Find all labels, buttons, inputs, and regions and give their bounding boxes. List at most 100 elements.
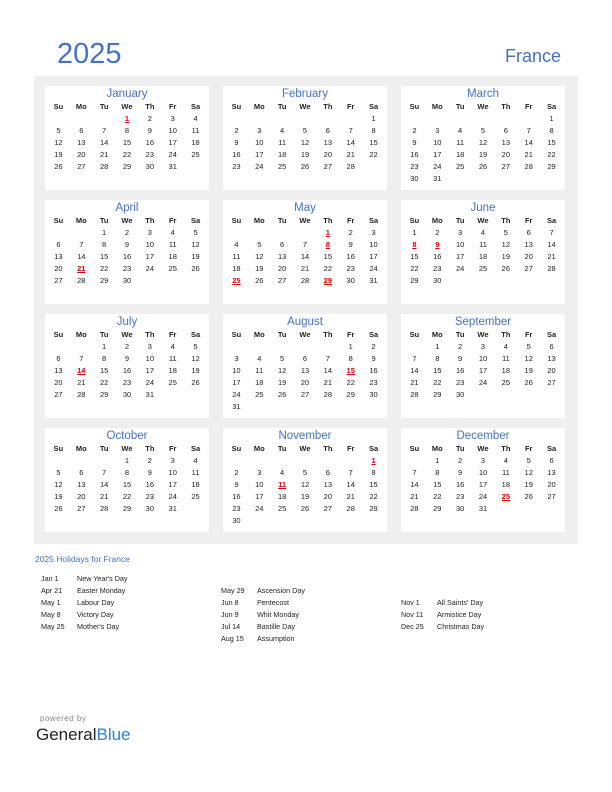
- month-october: October Su Mo Tu We Th Fr Sa 1 2 3 4 5 6 7 8 9 10 11 12 13 14…: [45, 428, 209, 532]
- weekday-header: Mo: [75, 330, 87, 339]
- day-cell: 6: [79, 468, 84, 477]
- day-cell: 2: [147, 114, 152, 123]
- weekday-header: Tu: [277, 102, 287, 111]
- weekday-header: We: [477, 444, 489, 453]
- day-cell: 25: [168, 264, 177, 273]
- day-cell: 20: [277, 264, 287, 273]
- empty-cell: [225, 455, 248, 467]
- holiday-item: Aug 15 Assumption: [221, 633, 305, 645]
- day-cell: 1: [412, 228, 417, 237]
- day-cell: 30: [455, 504, 465, 513]
- day-cell: 27: [54, 390, 63, 399]
- day-cell: 26: [524, 378, 533, 387]
- day-cell: 22: [99, 264, 109, 273]
- day-cell: 27: [323, 162, 333, 171]
- day-cell: 12: [191, 354, 200, 363]
- month-name: January: [106, 88, 148, 100]
- day-cell: 2: [234, 126, 239, 135]
- day-cell: 7: [412, 354, 417, 363]
- weekday-header: We: [121, 216, 133, 225]
- day-cell: 6: [526, 228, 531, 237]
- day-cell: 8: [435, 468, 440, 477]
- day-cell: 24: [255, 162, 264, 171]
- day-cell: 3: [257, 468, 262, 477]
- day-cell: 11: [232, 252, 241, 261]
- holiday-date: Apr 21: [41, 586, 63, 595]
- day-cell: 24: [255, 504, 264, 513]
- day-cell: 6: [79, 126, 84, 135]
- month-name: February: [281, 88, 329, 100]
- day-cell: 20: [547, 366, 556, 375]
- month-name: July: [116, 316, 138, 328]
- weekday-header: Mo: [75, 102, 87, 111]
- day-cell: 6: [325, 126, 330, 135]
- day-cell: 28: [346, 162, 355, 171]
- day-cell: 18: [168, 252, 177, 261]
- weekday-header: Tu: [455, 216, 465, 225]
- weekday-header: We: [299, 444, 311, 453]
- holiday-name: Easter Monday: [77, 586, 126, 595]
- month-name: March: [467, 88, 499, 100]
- day-cell: 7: [102, 468, 107, 477]
- day-cell: 13: [501, 138, 511, 147]
- empty-cell: [403, 341, 426, 353]
- weekday-header: Fr: [168, 444, 177, 453]
- holiday-date: Jun 8: [221, 598, 239, 607]
- weekday-header: Su: [53, 216, 64, 225]
- day-cell: 4: [193, 114, 198, 123]
- day-cell: 11: [168, 354, 177, 363]
- weekday-header: Th: [501, 444, 511, 453]
- day-cell: 17: [232, 378, 241, 387]
- holiday-item: Nov 11 Armistice Day: [401, 609, 484, 621]
- day-cell: 19: [191, 252, 200, 261]
- holiday-date: Aug 15: [221, 634, 244, 643]
- holiday-item: May 8 Victory Day: [41, 609, 128, 621]
- day-cell: 4: [170, 342, 175, 351]
- day-cell: 22: [346, 378, 355, 387]
- day-cell: 27: [54, 276, 63, 285]
- day-cell: 17: [433, 150, 442, 159]
- day-cell: 22: [122, 492, 132, 501]
- weekday-header: Sa: [546, 102, 557, 111]
- day-cell: 3: [234, 354, 239, 363]
- day-cell: 7: [102, 126, 107, 135]
- day-cell: 22: [547, 150, 556, 159]
- day-cell: 11: [278, 138, 287, 147]
- empty-cell: [294, 113, 317, 125]
- day-cell: 21: [99, 150, 109, 159]
- holiday-name: All Saints' Day: [437, 598, 484, 607]
- weekday-header: Sa: [190, 102, 201, 111]
- day-cell: 26: [300, 504, 310, 513]
- weekday-header: Sa: [546, 216, 557, 225]
- weekday-header: Th: [501, 216, 511, 225]
- day-cell: 28: [77, 276, 86, 285]
- weekday-header: Sa: [546, 444, 557, 453]
- day-cell: 28: [77, 390, 86, 399]
- holiday-date: May 29: [221, 586, 245, 595]
- empty-cell: [316, 341, 339, 353]
- day-cell: 18: [191, 138, 200, 147]
- day-cell: 24: [369, 264, 378, 273]
- day-cell: 5: [526, 456, 531, 465]
- empty-cell: [225, 113, 248, 125]
- day-cell: 18: [478, 252, 488, 261]
- generalblue-logo[interactable]: GeneralBlue: [36, 725, 131, 745]
- day-cell: 16: [346, 252, 355, 261]
- day-cell: 13: [547, 468, 556, 477]
- day-cell: 19: [300, 150, 310, 159]
- day-cell: 30: [232, 516, 241, 525]
- holiday-name: Pentecost: [257, 598, 289, 607]
- day-cell: 17: [168, 138, 177, 147]
- day-cell: 29: [410, 276, 419, 285]
- day-cell: 4: [458, 126, 463, 135]
- day-cell: 9: [234, 480, 239, 489]
- day-cell: 1: [371, 114, 376, 123]
- holiday-day-cell: 1: [325, 228, 330, 237]
- empty-cell: [248, 113, 271, 125]
- day-cell: 15: [547, 138, 556, 147]
- day-cell: 14: [99, 480, 109, 489]
- day-cell: 26: [300, 162, 310, 171]
- day-cell: 15: [122, 138, 132, 147]
- day-cell: 19: [524, 366, 533, 375]
- day-cell: 26: [501, 264, 511, 273]
